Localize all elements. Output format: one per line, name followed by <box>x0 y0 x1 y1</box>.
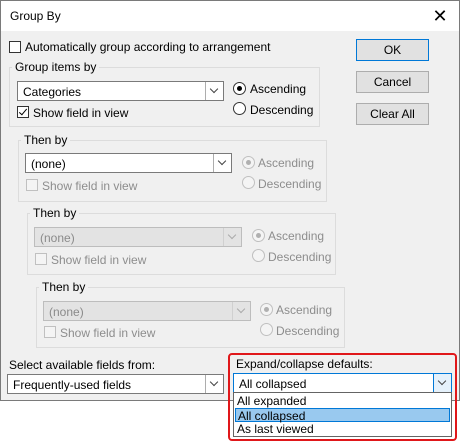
clear-all-button[interactable]: Clear All <box>356 103 429 125</box>
fields-from-label: Select available fields from: <box>9 358 156 372</box>
then-by-3-ascending-radio[interactable] <box>260 303 273 316</box>
group-by-dialog: Group By ✕ Automatically group according… <box>0 0 460 401</box>
then-by-2-show-field-label: Show field in view <box>51 253 147 267</box>
then-by-1-show-field-label: Show field in view <box>42 179 138 193</box>
then-by-1-select[interactable]: (none) <box>25 153 232 173</box>
close-icon[interactable]: ✕ <box>429 5 451 27</box>
then-by-1-show-field-checkbox[interactable] <box>26 179 38 191</box>
then-by-3-value: (none) <box>49 305 84 319</box>
auto-group-label: Automatically group according to arrange… <box>25 40 271 54</box>
then-by-1-descending-label: Descending <box>258 177 322 191</box>
chevron-down-icon <box>217 156 227 166</box>
group-descending-label: Descending <box>250 103 314 117</box>
group-field-value: Categories <box>23 85 82 99</box>
then-by-3-descending-label: Descending <box>276 324 340 338</box>
group-ascending-radio[interactable] <box>233 82 246 95</box>
group-descending-radio[interactable] <box>233 102 246 115</box>
then-by-3-show-field-label: Show field in view <box>60 326 156 340</box>
then-by-1-ascending-radio[interactable] <box>242 156 255 169</box>
highlight-frame <box>228 353 457 441</box>
cancel-button[interactable]: Cancel <box>356 71 429 93</box>
then-by-1-ascending-label: Ascending <box>258 156 315 170</box>
then-by-2-ascending-radio[interactable] <box>252 229 265 242</box>
chevron-down-icon <box>209 377 219 387</box>
group-show-field-label: Show field in view <box>33 106 129 120</box>
dialog-title: Group By <box>10 9 61 23</box>
chevron-down-icon <box>227 230 237 240</box>
then-by-2-legend: Then by <box>30 206 80 220</box>
then-by-2-ascending-label: Ascending <box>268 229 325 243</box>
then-by-3-legend: Then by <box>39 280 89 294</box>
then-by-3-descending-radio[interactable] <box>260 323 273 336</box>
title-bar: Group By ✕ <box>1 1 459 31</box>
group-field-select[interactable]: Categories <box>17 81 224 101</box>
then-by-1-legend: Then by <box>21 133 71 147</box>
then-by-1-value: (none) <box>31 157 66 171</box>
ok-button[interactable]: OK <box>356 39 429 61</box>
chevron-down-icon <box>209 84 219 94</box>
then-by-2-select[interactable]: (none) <box>34 227 242 247</box>
chevron-down-icon <box>236 304 246 314</box>
then-by-3-show-field-checkbox[interactable] <box>44 326 56 338</box>
then-by-3-select[interactable]: (none) <box>43 301 251 321</box>
group-ascending-label: Ascending <box>250 82 307 96</box>
then-by-2-show-field-checkbox[interactable] <box>35 253 47 265</box>
then-by-2-descending-radio[interactable] <box>252 249 265 262</box>
group-show-field-checkbox[interactable] <box>17 106 29 118</box>
then-by-2-value: (none) <box>40 231 75 245</box>
then-by-2-descending-label: Descending <box>268 250 332 264</box>
fields-from-value: Frequently-used fields <box>13 378 132 392</box>
auto-group-checkbox[interactable] <box>9 41 21 53</box>
group-items-by-legend: Group items by <box>12 60 100 74</box>
then-by-3-ascending-label: Ascending <box>276 303 333 317</box>
fields-from-select[interactable]: Frequently-used fields <box>7 374 224 394</box>
then-by-1-descending-radio[interactable] <box>242 176 255 189</box>
